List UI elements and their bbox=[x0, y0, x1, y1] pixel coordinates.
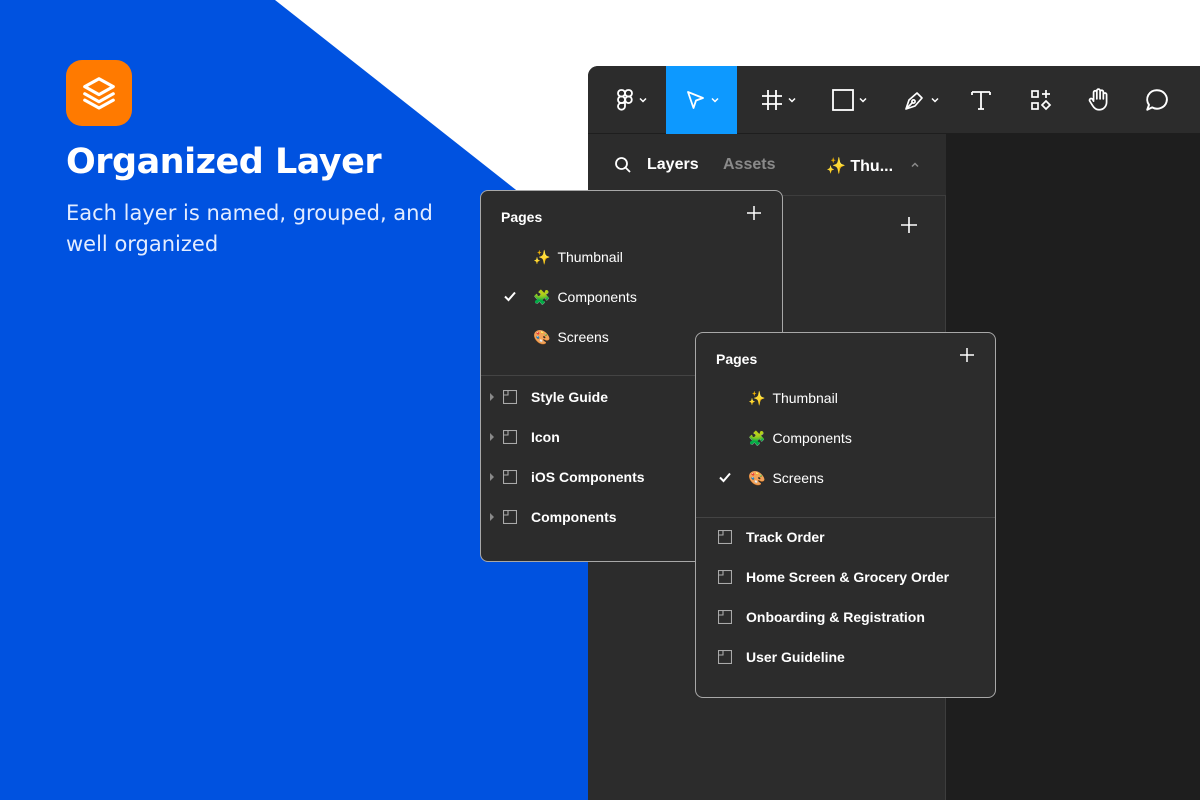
frame-layer-icon bbox=[718, 610, 732, 624]
caret-right-icon[interactable] bbox=[489, 513, 495, 521]
chevron-down-icon bbox=[930, 97, 939, 103]
palette-icon: 🎨 bbox=[533, 328, 551, 345]
page-label: Thumbnail bbox=[772, 390, 838, 406]
shape-tool-button[interactable] bbox=[818, 66, 880, 134]
page-label: Components bbox=[772, 430, 852, 446]
chevron-down-icon bbox=[711, 97, 719, 103]
frame-layer-icon bbox=[718, 650, 732, 664]
layer-name: Home Screen & Grocery Order bbox=[746, 569, 950, 585]
tab-assets[interactable]: Assets bbox=[723, 156, 775, 174]
layer-row[interactable]: User Guideline bbox=[696, 637, 995, 677]
frame-icon bbox=[761, 90, 782, 110]
puzzle-icon: 🧩 bbox=[748, 429, 766, 446]
frame-tool-button[interactable] bbox=[748, 66, 808, 134]
layers-icon bbox=[83, 77, 115, 110]
layer-row[interactable]: Track Order bbox=[696, 517, 995, 557]
frame-layer-icon bbox=[503, 430, 517, 444]
chevron-up-icon[interactable] bbox=[910, 160, 920, 170]
layer-name: Style Guide bbox=[531, 389, 609, 405]
frame-layer-icon bbox=[718, 570, 732, 584]
caret-right-icon[interactable] bbox=[489, 433, 495, 441]
layer-name: User Guideline bbox=[746, 649, 845, 665]
add-page-icon[interactable] bbox=[959, 347, 975, 363]
layer-name: iOS Components bbox=[531, 469, 645, 485]
frame-layer-icon bbox=[718, 530, 732, 544]
layer-row[interactable]: Home Screen & Grocery Order bbox=[696, 557, 995, 597]
frame-layer-icon bbox=[503, 470, 517, 484]
layer-name: Icon bbox=[531, 429, 560, 445]
page-item-thumbnail[interactable]: ✨ Thumbnail bbox=[696, 378, 995, 418]
pages-heading: Pages bbox=[501, 209, 543, 225]
sparkles-icon: ✨ bbox=[533, 248, 551, 265]
hero-title: Organized Layer bbox=[66, 142, 382, 182]
page-item-components[interactable]: 🧩 Components bbox=[696, 418, 995, 458]
page-label: Screens bbox=[772, 470, 824, 486]
hero-subtitle: Each layer is named, grouped, and well o… bbox=[66, 201, 433, 256]
page-label: Components bbox=[557, 289, 637, 305]
chevron-down-icon bbox=[638, 97, 647, 103]
add-page-icon[interactable] bbox=[746, 205, 762, 221]
comment-tool-button[interactable] bbox=[1134, 66, 1180, 134]
check-icon bbox=[719, 472, 731, 483]
pages-popup-screens: Pages ✨ Thumbnail 🧩 Components 🎨 Screens Tr… bbox=[695, 332, 996, 698]
pen-tool-button[interactable] bbox=[890, 66, 952, 134]
text-icon bbox=[971, 91, 991, 110]
move-tool-button[interactable] bbox=[666, 66, 737, 134]
chevron-down-icon bbox=[787, 97, 796, 103]
left-panel-tabs: Layers Assets ✨ Thu... bbox=[588, 134, 946, 196]
layer-row[interactable]: Onboarding & Registration bbox=[696, 597, 995, 637]
pages-heading: Pages bbox=[716, 351, 758, 367]
palette-icon: 🎨 bbox=[748, 469, 766, 486]
add-page-icon[interactable] bbox=[900, 216, 918, 234]
toolbar bbox=[588, 66, 1200, 134]
main-menu-button[interactable] bbox=[598, 66, 664, 134]
caret-right-icon[interactable] bbox=[489, 473, 495, 481]
search-icon[interactable] bbox=[614, 156, 632, 174]
pen-icon bbox=[904, 92, 923, 110]
resources-button[interactable] bbox=[1018, 66, 1064, 134]
caret-right-icon[interactable] bbox=[489, 393, 495, 401]
text-tool-button[interactable] bbox=[958, 66, 1004, 134]
page-selector[interactable]: ✨ Thu... bbox=[826, 156, 893, 176]
frame-layer-icon bbox=[503, 390, 517, 404]
resources-icon bbox=[1031, 90, 1052, 111]
hand-icon bbox=[1088, 88, 1108, 111]
move-cursor-icon bbox=[687, 91, 704, 109]
page-item-components[interactable]: 🧩 Components bbox=[481, 277, 782, 317]
layer-name: Onboarding & Registration bbox=[746, 609, 925, 625]
layer-name: Track Order bbox=[746, 529, 825, 545]
hand-tool-button[interactable] bbox=[1076, 66, 1122, 134]
frame-layer-icon bbox=[503, 510, 517, 524]
page-label: Screens bbox=[557, 329, 609, 345]
layer-name: Components bbox=[531, 509, 617, 525]
tab-layers[interactable]: Layers bbox=[647, 156, 699, 174]
page-label: Thumbnail bbox=[557, 249, 623, 265]
chevron-down-icon bbox=[858, 97, 867, 103]
figma-menu-icon bbox=[616, 89, 633, 111]
puzzle-icon: 🧩 bbox=[533, 288, 551, 305]
check-icon bbox=[504, 291, 516, 302]
rectangle-icon bbox=[831, 89, 854, 111]
layers-logo bbox=[66, 60, 132, 126]
sparkles-icon: ✨ bbox=[748, 389, 766, 406]
page-item-thumbnail[interactable]: ✨ Thumbnail bbox=[481, 237, 782, 277]
page-item-screens[interactable]: 🎨 Screens bbox=[696, 458, 995, 498]
comment-icon bbox=[1146, 89, 1168, 111]
